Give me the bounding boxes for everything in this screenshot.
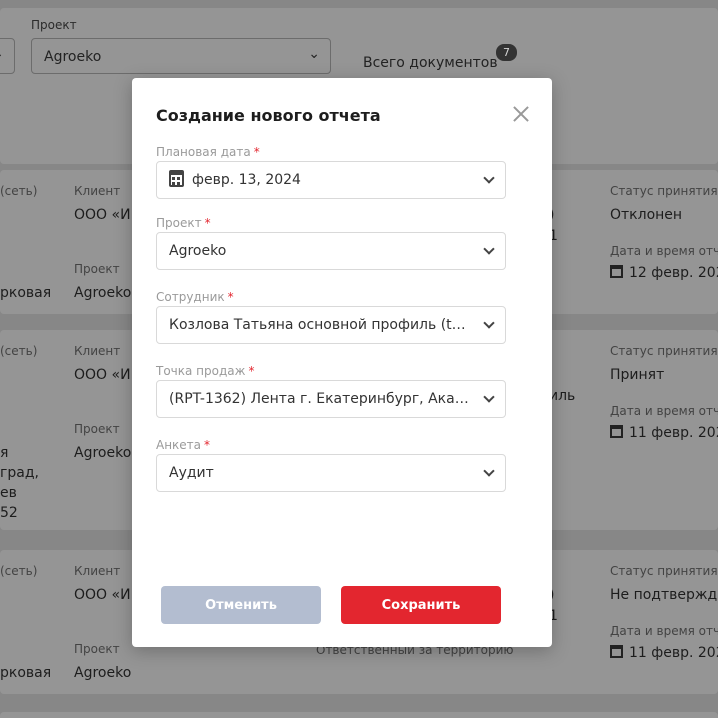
chevron-down-icon: [483, 465, 495, 477]
required-mark: *: [204, 438, 211, 452]
questionnaire-value: Аудит: [169, 465, 214, 481]
calendar-icon: [169, 170, 184, 187]
project-select[interactable]: Agroeko: [156, 232, 506, 270]
planned-date-label: Плановая дата *: [156, 145, 260, 159]
questionnaire-label: Анкета *: [156, 438, 211, 452]
project-select-value: Agroeko: [169, 243, 227, 259]
chevron-down-icon: [483, 172, 495, 184]
save-button[interactable]: Сохранить: [341, 586, 501, 624]
questionnaire-select[interactable]: Аудит: [156, 454, 506, 492]
employee-select-value: Козлова Татьяна основной профиль (tatyan…: [169, 317, 501, 333]
create-report-dialog: Создание нового отчета Плановая дата * фе…: [132, 78, 552, 647]
employee-select[interactable]: Козлова Татьяна основной профиль (tatyan…: [156, 306, 506, 344]
required-mark: *: [227, 290, 234, 304]
point-of-sale-value: (RPT-1362) Лента г. Екатеринбург, Академ…: [169, 391, 505, 407]
project-label: Проект *: [156, 216, 211, 230]
required-mark: *: [204, 216, 211, 230]
chevron-down-icon: [483, 243, 495, 255]
planned-date-picker[interactable]: февр. 13, 2024: [156, 161, 506, 199]
point-of-sale-label: Точка продаж *: [156, 364, 255, 378]
required-mark: *: [253, 145, 260, 159]
point-of-sale-select[interactable]: (RPT-1362) Лента г. Екатеринбург, Академ…: [156, 380, 506, 418]
close-icon[interactable]: [512, 105, 530, 123]
cancel-button[interactable]: Отменить: [161, 586, 321, 624]
dialog-title: Создание нового отчета: [156, 106, 381, 125]
planned-date-value: февр. 13, 2024: [192, 172, 301, 188]
employee-label: Сотрудник *: [156, 290, 234, 304]
required-mark: *: [248, 364, 255, 378]
